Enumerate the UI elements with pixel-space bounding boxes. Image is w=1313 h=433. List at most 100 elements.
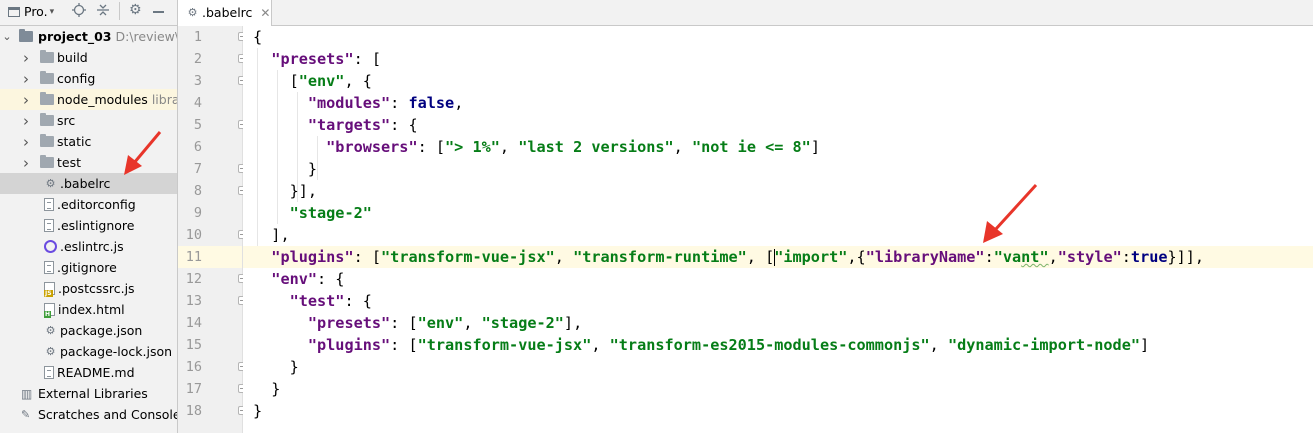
tree-item-label: .gitignore (57, 260, 117, 275)
tree-item-label: package.json (60, 323, 143, 338)
folder-icon (40, 92, 54, 105)
javascript-file-icon (44, 282, 55, 297)
folder-icon (40, 134, 54, 147)
code-line-3: ["env", { (289, 72, 372, 90)
chevron-right-icon[interactable]: › (20, 112, 32, 130)
tree-item-external-libraries[interactable]: ▥ External Libraries (0, 383, 177, 404)
tree-item-test[interactable]: › test (0, 152, 177, 173)
libraries-icon: ▥ (21, 386, 33, 401)
code-line-16: } (289, 358, 299, 376)
tree-item-label: .babelrc (60, 176, 111, 191)
line-number: 17 (185, 381, 202, 397)
line-number: 3 (193, 73, 202, 89)
config-file-icon: ⚙ (45, 176, 56, 190)
tree-item-package-lock-json[interactable]: ⚙ package-lock.json (0, 341, 177, 362)
tree-item-scratches[interactable]: ✎ Scratches and Consoles (0, 404, 177, 425)
code-line-13: "test": { (289, 292, 372, 310)
locate-icon[interactable] (72, 3, 86, 17)
line-number: 2 (193, 51, 202, 67)
line-number: 4 (193, 95, 202, 111)
tree-item-index-html[interactable]: index.html (0, 299, 177, 320)
project-view-selector[interactable]: Pro. ▾ (8, 4, 54, 19)
tree-item-label: test (57, 155, 82, 170)
root-project-path: D:\review\VU (115, 29, 178, 44)
folder-icon (40, 113, 54, 126)
tree-item-gitignore[interactable]: .gitignore (0, 257, 177, 278)
line-number: 12 (185, 271, 202, 287)
tree-item-label: .eslintrc.js (60, 239, 124, 254)
tree-item-label: static (57, 134, 92, 149)
tree-item-label: config (57, 71, 96, 86)
chevron-down-icon[interactable]: ⌄ (1, 30, 13, 43)
tree-item-editorconfig[interactable]: .editorconfig (0, 194, 177, 215)
chevron-right-icon[interactable]: › (20, 91, 32, 109)
code-line-1: { (253, 28, 263, 46)
folder-icon (40, 155, 54, 168)
code-line-15: "plugins": ["transform-vue-jsx", "transf… (307, 336, 1150, 354)
code-line-5: "targets": { (307, 116, 418, 134)
header-separator (119, 2, 120, 20)
html-file-icon (44, 303, 55, 318)
tree-item-package-json[interactable]: ⚙ package.json (0, 320, 177, 341)
line-number: 1 (193, 29, 202, 45)
line-number: 18 (185, 403, 202, 419)
chevron-right-icon[interactable]: › (20, 154, 32, 172)
tree-item-eslintrc-js[interactable]: .eslintrc.js (0, 236, 177, 257)
code-line-12: "env": { (271, 270, 345, 288)
scratches-icon: ✎ (21, 407, 31, 421)
tree-item-static[interactable]: › static (0, 131, 177, 152)
tree-item-postcssrc-js[interactable]: .postcssrc.js (0, 278, 177, 299)
tree-item-label: src (57, 113, 76, 128)
tree-item-node-modules[interactable]: › node_modules libra (0, 89, 177, 110)
code-line-2: "presets": [ (271, 50, 382, 68)
code-line-6: "browsers": ["> 1%", "last 2 versions", … (326, 138, 820, 156)
tree-item-readme-md[interactable]: README.md (0, 362, 177, 383)
dropdown-icon: ▾ (49, 6, 55, 17)
gear-icon[interactable]: ⚙ (129, 3, 142, 17)
project-view-title: Pro. (24, 4, 48, 19)
chevron-right-icon[interactable]: › (20, 133, 32, 151)
chevron-right-icon[interactable]: › (20, 70, 32, 88)
editor-tab-bar: ⚙ .babelrc ✕ (178, 0, 1313, 26)
tree-item-label: .eslintignore (57, 218, 135, 233)
line-number: 14 (185, 315, 202, 331)
line-number: 6 (193, 139, 202, 155)
tree-item-build[interactable]: › build (0, 47, 177, 68)
line-number: 8 (193, 183, 202, 199)
code-line-11: "plugins": ["transform-vue-jsx", "transf… (243, 246, 1313, 268)
code-line-4: "modules": false, (307, 94, 464, 112)
folder-icon (40, 50, 54, 63)
close-icon[interactable]: ✕ (260, 6, 270, 20)
tree-item-label: index.html (58, 302, 125, 317)
minimize-icon[interactable] (153, 11, 164, 13)
code-editor[interactable]: { "presets": [ ["env", { "modules": fals… (243, 26, 1313, 433)
tree-item-label: README.md (57, 365, 135, 380)
line-number: 13 (185, 293, 202, 309)
text-file-icon (44, 261, 54, 274)
line-number: 16 (185, 359, 202, 375)
folder-icon (19, 29, 33, 42)
config-file-icon: ⚙ (45, 344, 56, 358)
line-number: 5 (193, 117, 202, 133)
code-line-18: } (253, 402, 263, 420)
tree-item-config[interactable]: › config (0, 68, 177, 89)
eslint-icon (44, 240, 57, 253)
text-file-icon (44, 366, 54, 379)
library-root-hint: libra (151, 92, 178, 107)
tree-item-label: External Libraries (38, 386, 148, 401)
line-number: 7 (193, 161, 202, 177)
code-line-8: }], (289, 182, 318, 200)
tree-item-src[interactable]: › src (0, 110, 177, 131)
config-file-icon: ⚙ (45, 323, 56, 337)
tree-item-label: node_modules (57, 92, 148, 107)
project-panel-header: Pro. ▾ ⚙ (0, 0, 177, 26)
chevron-right-icon[interactable]: › (20, 49, 32, 67)
text-file-icon (44, 198, 54, 211)
tree-item-babelrc[interactable]: ⚙ .babelrc (0, 173, 177, 194)
code-line-9: "stage-2" (289, 204, 372, 222)
tree-item-eslintignore[interactable]: .eslintignore (0, 215, 177, 236)
config-file-icon: ⚙ (187, 5, 198, 19)
tree-root-project[interactable]: ⌄ project_03 D:\review\VU (0, 26, 177, 47)
collapse-all-icon[interactable] (96, 3, 110, 17)
tab-babelrc[interactable]: ⚙ .babelrc ✕ (178, 0, 272, 26)
